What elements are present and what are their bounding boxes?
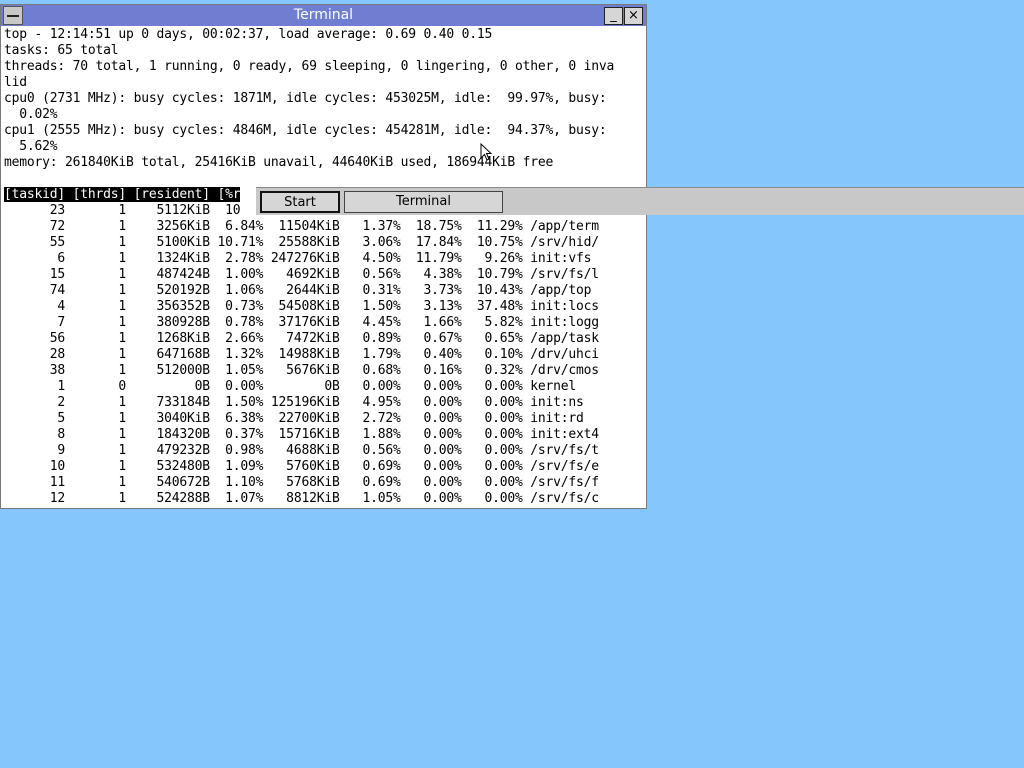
terminal-line: lid [4,75,27,90]
mouse-pointer-icon [480,143,493,161]
terminal-window[interactable]: Terminal _ × top - 12:14:51 up 0 days, 0… [0,4,647,509]
table-row: 56 1 1268KiB 2.66% 7472KiB 0.89% 0.67% 0… [4,331,599,346]
terminal-output[interactable]: top - 12:14:51 up 0 days, 00:02:37, load… [4,27,644,507]
minimize-button[interactable]: _ [604,7,623,25]
table-row: 15 1 487424B 1.00% 4692KiB 0.56% 4.38% 1… [4,267,599,282]
terminal-line: 0.02% [4,107,58,122]
table-row: 72 1 3256KiB 6.84% 11504KiB 1.37% 18.75%… [4,219,599,234]
table-row: 11 1 540672B 1.10% 5768KiB 0.69% 0.00% 0… [4,475,599,490]
terminal-line: memory: 261840KiB total, 25416KiB unavai… [4,155,554,170]
terminal-line: cpu0 (2731 MHz): busy cycles: 1871M, idl… [4,91,607,106]
window-title: Terminal [293,7,354,23]
table-row: 28 1 647168B 1.32% 14988KiB 1.79% 0.40% … [4,347,599,362]
table-row: 6 1 1324KiB 2.78% 247276KiB 4.50% 11.79%… [4,251,592,266]
table-row: 12 1 524288B 1.07% 8812KiB 1.05% 0.00% 0… [4,491,599,506]
table-row: 8 1 184320B 0.37% 15716KiB 1.88% 0.00% 0… [4,427,599,442]
table-row: 55 1 5100KiB 10.71% 25588KiB 3.06% 17.84… [4,235,599,250]
terminal-line: threads: 70 total, 1 running, 0 ready, 6… [4,59,615,74]
taskbar-item-terminal[interactable]: Terminal [344,191,503,213]
terminal-line: 5.62% [4,139,58,154]
table-row: 7 1 380928B 0.78% 37176KiB 4.45% 1.66% 5… [4,315,599,330]
table-row: 2 1 733184B 1.50% 125196KiB 4.95% 0.00% … [4,395,584,410]
terminal-line: top - 12:14:51 up 0 days, 00:02:37, load… [4,27,493,42]
table-row: 10 1 532480B 1.09% 5760KiB 0.69% 0.00% 0… [4,459,599,474]
start-button[interactable]: Start [260,191,340,213]
table-row: 38 1 512000B 1.05% 5676KiB 0.68% 0.16% 0… [4,363,599,378]
taskbar: Start Terminal [256,187,1024,215]
close-button[interactable]: × [624,7,643,25]
terminal-line: tasks: 65 total [4,43,119,58]
window-titlebar[interactable]: Terminal _ × [1,5,646,26]
table-row: 9 1 479232B 0.98% 4688KiB 0.56% 0.00% 0.… [4,443,599,458]
table-row: 5 1 3040KiB 6.38% 22700KiB 2.72% 0.00% 0… [4,411,584,426]
terminal-line: cpu1 (2555 MHz): busy cycles: 4846M, idl… [4,123,607,138]
table-row: 4 1 356352B 0.73% 54508KiB 1.50% 3.13% 3… [4,299,599,314]
table-row: 74 1 520192B 1.06% 2644KiB 0.31% 3.73% 1… [4,283,592,298]
table-row: 1 0 0B 0.00% 0B 0.00% 0.00% 0.00% kernel [4,379,576,394]
table-header: [taskid] [thrds] [resident] [%r [4,187,241,202]
